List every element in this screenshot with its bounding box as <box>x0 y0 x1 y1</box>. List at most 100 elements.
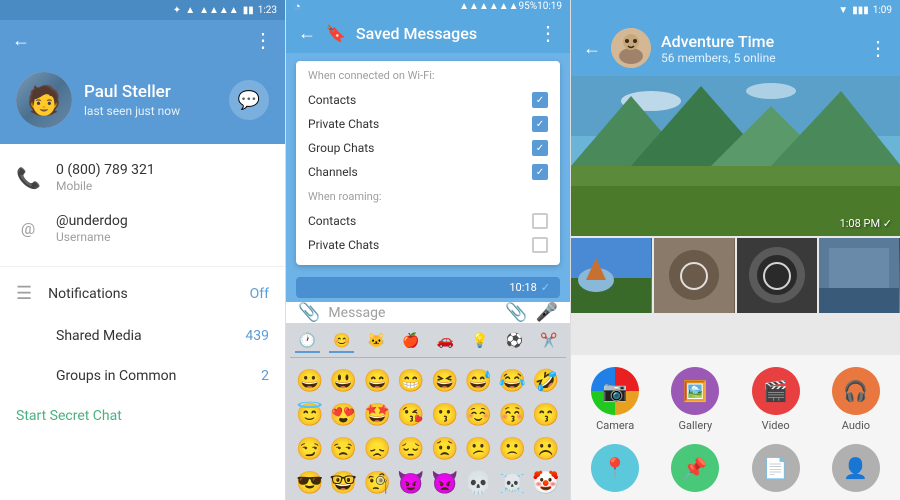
emoji-14[interactable]: ☺️ <box>463 400 495 432</box>
message-placeholder[interactable]: Message <box>328 305 497 321</box>
more-menu-button-2[interactable]: ⋮ <box>538 21 558 45</box>
emoji-5[interactable]: 😆 <box>429 366 461 398</box>
camera-action[interactable]: 📷 Camera <box>579 367 651 432</box>
group-chats-sync-row[interactable]: Group Chats ✓ <box>308 136 548 160</box>
groups-in-common-row[interactable]: Groups in Common 2 <box>0 356 285 396</box>
contact-icon: 👤 <box>832 444 880 492</box>
roaming-section-title: When roaming: <box>308 190 548 203</box>
emoji-31[interactable]: ☠️ <box>497 468 529 500</box>
media-thumb-2[interactable] <box>654 238 735 313</box>
emoji-6[interactable]: 😅 <box>463 366 495 398</box>
attach-icon: 📎 <box>298 302 320 323</box>
emoji-15[interactable]: 😚 <box>497 400 529 432</box>
emoji-12[interactable]: 😘 <box>395 400 427 432</box>
back-button-2[interactable]: ← <box>298 23 316 44</box>
channels-sync-row[interactable]: Channels ✓ <box>308 160 548 184</box>
food-tab[interactable]: 🍎 <box>398 331 423 353</box>
emoji-28[interactable]: 😈 <box>395 468 427 500</box>
emoji-22[interactable]: 😕 <box>463 434 495 466</box>
emoji-25[interactable]: 😎 <box>294 468 326 500</box>
message-fab-button[interactable]: 💬 <box>229 80 269 120</box>
emoji-11[interactable]: 🤩 <box>362 400 394 432</box>
emoji-13[interactable]: 😗 <box>429 400 461 432</box>
battery-icon-3: ▮▮▮ <box>852 5 869 16</box>
divider-1 <box>0 266 285 267</box>
activities-tab[interactable]: ⚽ <box>502 331 527 353</box>
channels-sync-label: Channels <box>308 165 358 179</box>
media-thumb-1[interactable] <box>571 238 652 313</box>
pin-icon: 📌 <box>671 444 719 492</box>
private-chats-sync-checkbox[interactable]: ✓ <box>532 116 548 132</box>
app-icon: ◔ <box>294 0 301 13</box>
notifications-label: Notifications <box>48 286 128 302</box>
notifications-row[interactable]: ☰ Notifications Off <box>0 271 285 316</box>
emoji-16[interactable]: 😙 <box>530 400 562 432</box>
contacts-sync-row[interactable]: Contacts ✓ <box>308 88 548 112</box>
emoji-21[interactable]: 😟 <box>429 434 461 466</box>
emoji-10[interactable]: 😍 <box>328 400 360 432</box>
bottom-action-icons: 📍 📌 📄 👤 <box>571 440 900 500</box>
emoji-3[interactable]: 😄 <box>362 366 394 398</box>
username-value: @underdog <box>56 213 128 229</box>
emoji-4[interactable]: 😁 <box>395 366 427 398</box>
location-action[interactable]: 📍 <box>579 444 651 492</box>
contacts-roaming-checkbox[interactable] <box>532 213 548 229</box>
emoji-30[interactable]: 💀 <box>463 468 495 500</box>
back-button-3[interactable]: ← <box>583 38 601 59</box>
time-display-3: 1:09 <box>873 5 892 16</box>
video-action[interactable]: 🎬 Video <box>740 367 812 432</box>
emoji-20[interactable]: 😔 <box>395 434 427 466</box>
private-chats-sync-label: Private Chats <box>308 117 379 131</box>
media-thumb-3[interactable] <box>737 238 818 313</box>
emoji-1[interactable]: 😀 <box>294 366 326 398</box>
contact-action[interactable]: 👤 <box>820 444 892 492</box>
emoji-29[interactable]: 👿 <box>429 468 461 500</box>
location-icon: 📍 <box>591 444 639 492</box>
media-thumb-4[interactable] <box>819 238 900 313</box>
audio-action[interactable]: 🎧 Audio <box>820 367 892 432</box>
more-menu-button[interactable]: ⋮ <box>253 28 273 52</box>
attachment-icon[interactable]: 📎 <box>505 302 527 323</box>
profile-section: 🧑 Paul Steller last seen just now 💬 <box>0 60 285 144</box>
video-icon: 🎬 <box>752 367 800 415</box>
emoji-24[interactable]: ☹️ <box>530 434 562 466</box>
profile-status: last seen just now <box>84 104 217 118</box>
emoji-17[interactable]: 😏 <box>294 434 326 466</box>
emoji-8[interactable]: 🤣 <box>530 366 562 398</box>
document-icon: 📄 <box>752 444 800 492</box>
group-info: Adventure Time 56 members, 5 online <box>661 32 858 65</box>
emoji-2[interactable]: 😃 <box>328 366 360 398</box>
delete-tab[interactable]: ✂️ <box>536 331 561 353</box>
emoji-18[interactable]: 😒 <box>328 434 360 466</box>
contacts-roaming-row[interactable]: Contacts <box>308 209 548 233</box>
secret-chat-button[interactable]: Start Secret Chat <box>0 396 285 436</box>
emoji-32[interactable]: 🤡 <box>530 468 562 500</box>
recent-tab[interactable]: 🕐 <box>295 331 320 353</box>
chat-media-area: 1:08 PM ✓ <box>571 76 900 355</box>
smileys-tab[interactable]: 😊 <box>329 331 354 353</box>
emoji-19[interactable]: 😞 <box>362 434 394 466</box>
more-menu-button-3[interactable]: ⋮ <box>868 36 888 60</box>
animals-tab[interactable]: 🐱 <box>364 331 389 353</box>
travel-tab[interactable]: 🚗 <box>433 331 458 353</box>
emoji-7[interactable]: 😂 <box>497 366 529 398</box>
shared-media-row[interactable]: Shared Media 439 <box>0 316 285 356</box>
gallery-action[interactable]: 🖼️ Gallery <box>659 367 731 432</box>
document-action[interactable]: 📄 <box>740 444 812 492</box>
emoji-23[interactable]: 🙁 <box>497 434 529 466</box>
back-button[interactable]: ← <box>12 30 30 51</box>
group-chats-sync-checkbox[interactable]: ✓ <box>532 140 548 156</box>
private-chats-roaming-checkbox[interactable] <box>532 237 548 253</box>
emoji-9[interactable]: 😇 <box>294 400 326 432</box>
objects-tab[interactable]: 💡 <box>467 331 492 353</box>
emoji-27[interactable]: 🧐 <box>362 468 394 500</box>
private-chats-roaming-row[interactable]: Private Chats <box>308 233 548 257</box>
pin-action[interactable]: 📌 <box>659 444 731 492</box>
channels-sync-checkbox[interactable]: ✓ <box>532 164 548 180</box>
microphone-icon[interactable]: 🎤 <box>536 302 558 323</box>
signal-icon-2: ▲▲▲▲ <box>479 1 519 12</box>
contacts-sync-checkbox[interactable]: ✓ <box>532 92 548 108</box>
emoji-26[interactable]: 🤓 <box>328 468 360 500</box>
private-chats-sync-row[interactable]: Private Chats ✓ <box>308 112 548 136</box>
profile-header: ← ⋮ <box>0 20 285 60</box>
